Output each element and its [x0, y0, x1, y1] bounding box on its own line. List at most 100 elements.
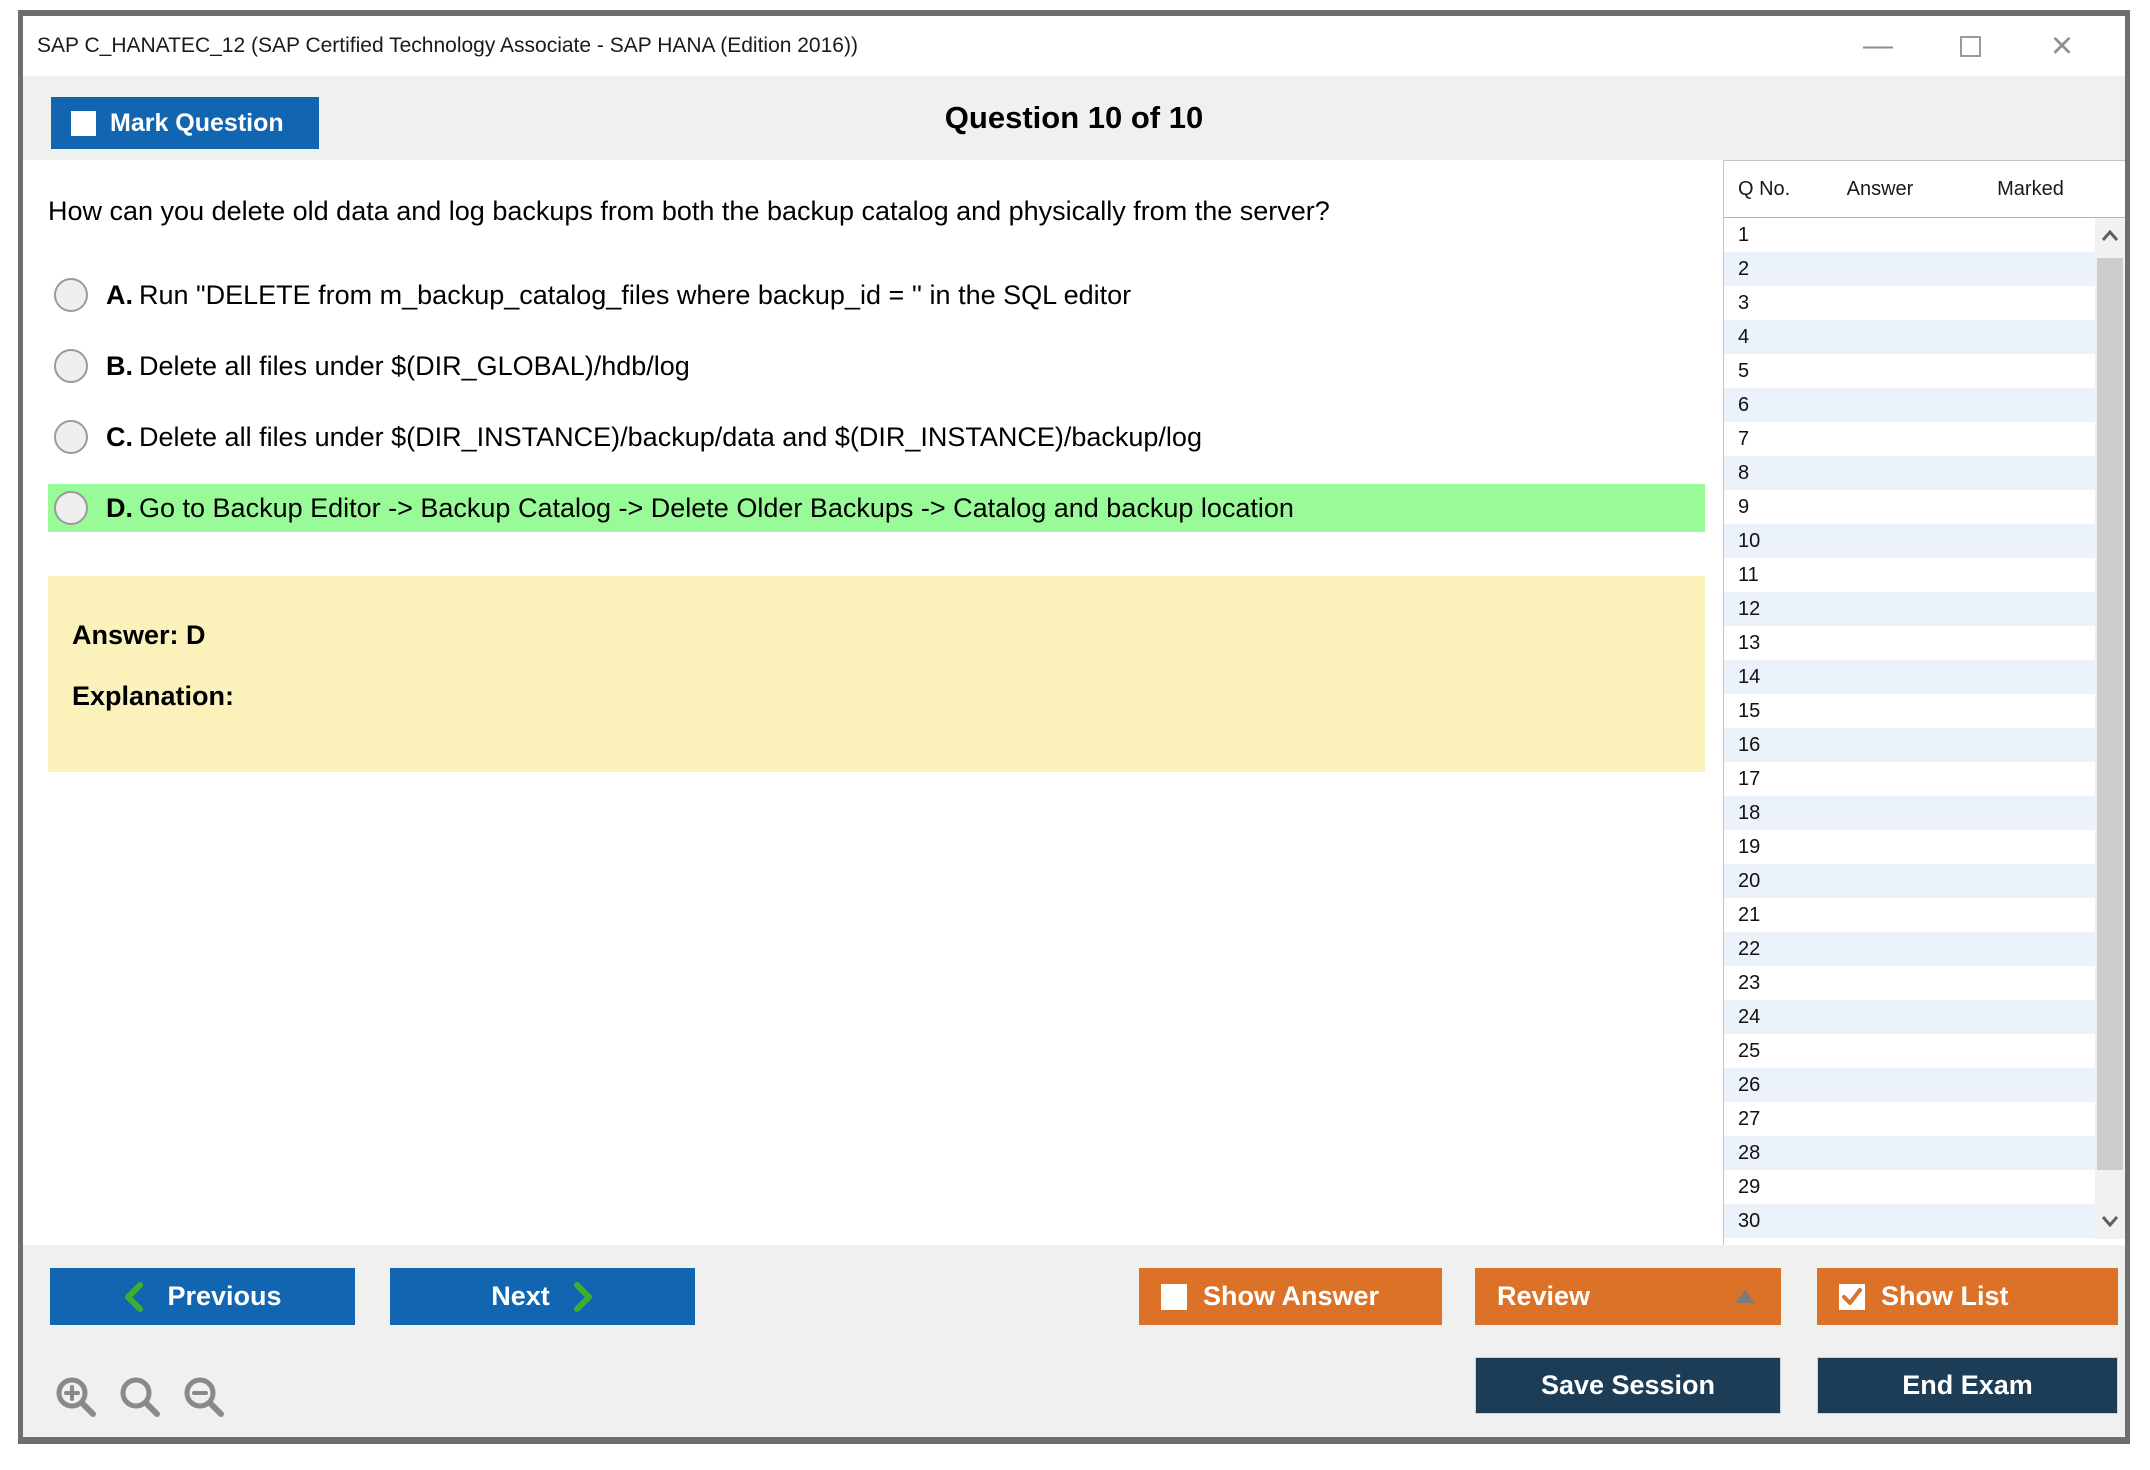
previous-label: Previous: [167, 1281, 281, 1312]
question-row[interactable]: 2: [1724, 252, 2125, 286]
question-row[interactable]: 22: [1724, 932, 2125, 966]
zoom-tools: [53, 1375, 229, 1421]
question-row[interactable]: 19: [1724, 830, 2125, 864]
question-row-number: 19: [1724, 836, 1824, 859]
answer-label: Answer: D: [72, 620, 1705, 651]
show-list-label: Show List: [1881, 1281, 2009, 1312]
question-row[interactable]: 8: [1724, 456, 2125, 490]
question-row-number: 22: [1724, 938, 1824, 961]
column-header-marked: Marked: [1936, 178, 2125, 201]
option-a-radio[interactable]: [54, 278, 88, 312]
option-b-radio[interactable]: [54, 349, 88, 383]
question-row[interactable]: 30: [1724, 1204, 2125, 1238]
question-row-number: 8: [1724, 462, 1824, 485]
triangle-up-icon: [1735, 1290, 1755, 1303]
question-row[interactable]: 16: [1724, 728, 2125, 762]
column-header-qno: Q No.: [1724, 178, 1824, 201]
question-row-number: 27: [1724, 1108, 1824, 1131]
question-row[interactable]: 18: [1724, 796, 2125, 830]
option-d[interactable]: D.Go to Backup Editor -> Backup Catalog …: [48, 484, 1705, 532]
question-row-number: 23: [1724, 972, 1824, 995]
question-row-number: 5: [1724, 360, 1824, 383]
question-row[interactable]: 27: [1724, 1102, 2125, 1136]
show-answer-button[interactable]: Show Answer: [1139, 1268, 1442, 1325]
mark-question-button[interactable]: Mark Question: [51, 97, 319, 149]
question-row[interactable]: 7: [1724, 422, 2125, 456]
review-button[interactable]: Review: [1475, 1268, 1781, 1325]
magnifier-icon[interactable]: [117, 1375, 165, 1421]
question-row[interactable]: 28: [1724, 1136, 2125, 1170]
option-c[interactable]: C.Delete all files under $(DIR_INSTANCE)…: [48, 413, 1705, 461]
header-strip: Question 10 of 10 Mark Question: [23, 76, 2125, 160]
answer-explanation-box: Answer: D Explanation:: [48, 576, 1705, 772]
question-text: How can you delete old data and log back…: [48, 196, 1723, 227]
question-row[interactable]: 1: [1724, 218, 2125, 252]
question-row-number: 17: [1724, 768, 1824, 791]
show-answer-checkbox-icon[interactable]: [1161, 1284, 1187, 1310]
question-row-number: 28: [1724, 1142, 1824, 1165]
next-label: Next: [491, 1281, 550, 1312]
option-b-letter: B.: [106, 351, 133, 381]
question-row[interactable]: 15: [1724, 694, 2125, 728]
question-row[interactable]: 4: [1724, 320, 2125, 354]
zoom-in-icon[interactable]: [53, 1375, 101, 1421]
option-a[interactable]: A.Run "DELETE from m_backup_catalog_file…: [48, 271, 1705, 319]
scroll-down-icon[interactable]: [2095, 1205, 2125, 1237]
mark-question-checkbox-icon[interactable]: [71, 111, 96, 136]
chevron-left-icon: [123, 1282, 145, 1312]
previous-button[interactable]: Previous: [50, 1268, 355, 1325]
question-row-number: 11: [1724, 564, 1824, 587]
question-row[interactable]: 10: [1724, 524, 2125, 558]
question-list-scrollbar[interactable]: [2095, 218, 2125, 1239]
question-row[interactable]: 21: [1724, 898, 2125, 932]
question-row[interactable]: 12: [1724, 592, 2125, 626]
question-row[interactable]: 13: [1724, 626, 2125, 660]
question-list-panel: Q No. Answer Marked 12345678910111213141…: [1723, 160, 2125, 1245]
explanation-label: Explanation:: [72, 681, 1705, 712]
scroll-up-icon[interactable]: [2095, 220, 2125, 252]
question-row-number: 13: [1724, 632, 1824, 655]
maximize-icon[interactable]: [1953, 29, 1987, 63]
close-icon[interactable]: ×: [2045, 29, 2079, 63]
end-exam-button[interactable]: End Exam: [1817, 1357, 2118, 1414]
show-list-button[interactable]: Show List: [1817, 1268, 2118, 1325]
question-row[interactable]: 17: [1724, 762, 2125, 796]
option-c-radio[interactable]: [54, 420, 88, 454]
option-a-letter: A.: [106, 280, 133, 310]
zoom-out-icon[interactable]: [181, 1375, 229, 1421]
question-row[interactable]: 24: [1724, 1000, 2125, 1034]
mark-question-label: Mark Question: [110, 109, 284, 138]
question-row[interactable]: 5: [1724, 354, 2125, 388]
question-row[interactable]: 11: [1724, 558, 2125, 592]
question-row[interactable]: 26: [1724, 1068, 2125, 1102]
question-row-number: 29: [1724, 1176, 1824, 1199]
scrollbar-thumb[interactable]: [2097, 258, 2123, 1170]
option-b[interactable]: B.Delete all files under $(DIR_GLOBAL)/h…: [48, 342, 1705, 390]
question-row-number: 18: [1724, 802, 1824, 825]
save-session-button[interactable]: Save Session: [1475, 1357, 1781, 1414]
show-list-checked-icon[interactable]: [1839, 1284, 1865, 1310]
question-row-number: 7: [1724, 428, 1824, 451]
question-row[interactable]: 25: [1724, 1034, 2125, 1068]
question-row[interactable]: 29: [1724, 1170, 2125, 1204]
question-row-number: 24: [1724, 1006, 1824, 1029]
window-title: SAP C_HANATEC_12 (SAP Certified Technolo…: [23, 34, 1861, 58]
save-session-label: Save Session: [1541, 1370, 1715, 1401]
question-row-number: 12: [1724, 598, 1824, 621]
question-row-number: 2: [1724, 258, 1824, 281]
minimize-icon[interactable]: —: [1861, 29, 1895, 63]
question-row-number: 26: [1724, 1074, 1824, 1097]
question-row[interactable]: 6: [1724, 388, 2125, 422]
question-row[interactable]: 23: [1724, 966, 2125, 1000]
option-d-radio[interactable]: [54, 491, 88, 525]
next-button[interactable]: Next: [390, 1268, 695, 1325]
question-row[interactable]: 3: [1724, 286, 2125, 320]
question-row[interactable]: 9: [1724, 490, 2125, 524]
end-exam-label: End Exam: [1902, 1370, 2033, 1401]
column-header-answer: Answer: [1824, 178, 1936, 201]
question-row-number: 14: [1724, 666, 1824, 689]
question-row-number: 30: [1724, 1210, 1824, 1233]
question-row[interactable]: 20: [1724, 864, 2125, 898]
question-row[interactable]: 14: [1724, 660, 2125, 694]
question-row-number: 20: [1724, 870, 1824, 893]
